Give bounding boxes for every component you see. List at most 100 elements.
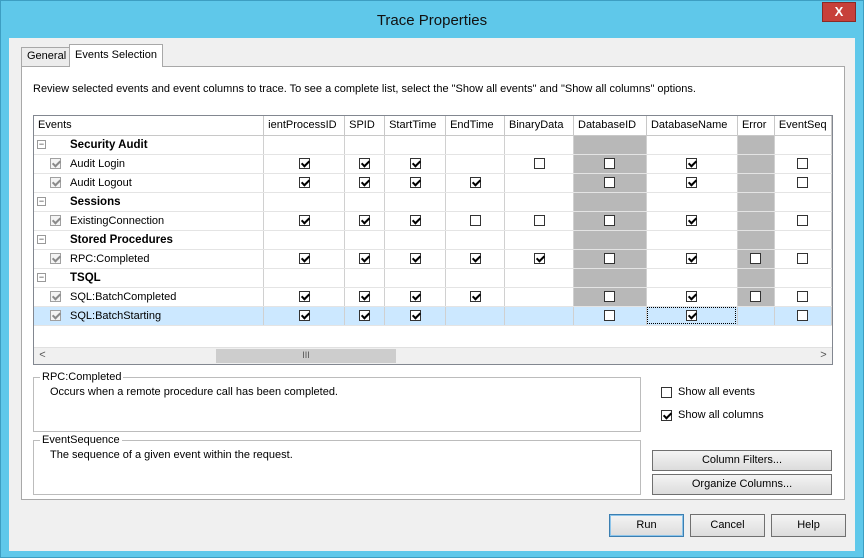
event-column-checkbox[interactable]	[604, 158, 616, 170]
event-column-checkbox[interactable]	[298, 253, 310, 265]
scroll-right-arrow-icon[interactable]: >	[815, 348, 832, 364]
scroll-left-arrow-icon[interactable]: <	[34, 348, 51, 364]
group-row[interactable]: − TSQL	[34, 268, 832, 288]
event-column-checkbox[interactable]	[298, 310, 310, 322]
event-column-checkbox[interactable]	[298, 215, 310, 227]
event-column-checkbox[interactable]	[359, 310, 371, 322]
event-column-checkbox[interactable]	[469, 253, 481, 265]
event-column-checkbox[interactable]	[686, 310, 698, 322]
event-column-checkbox[interactable]	[469, 215, 481, 227]
event-column-checkbox[interactable]	[533, 253, 545, 265]
group-row[interactable]: − Security Audit	[34, 135, 832, 155]
event-column-cell[interactable]	[774, 287, 832, 307]
column-header[interactable]: ientProcessID	[263, 116, 346, 136]
event-column-checkbox[interactable]	[359, 177, 371, 189]
event-column-checkbox[interactable]	[604, 215, 616, 227]
event-column-cell[interactable]	[646, 249, 738, 269]
show-all-events-checkbox[interactable]	[661, 386, 672, 398]
event-column-checkbox[interactable]	[298, 177, 310, 189]
event-column-cell[interactable]	[384, 211, 447, 231]
event-column-cell[interactable]	[504, 287, 574, 307]
event-column-cell[interactable]	[774, 173, 832, 193]
event-column-cell[interactable]	[344, 306, 386, 326]
column-header[interactable]: StartTime	[384, 116, 447, 136]
event-column-cell[interactable]	[646, 287, 738, 307]
event-column-cell[interactable]	[263, 249, 346, 269]
column-header[interactable]: SPID	[344, 116, 386, 136]
event-column-cell[interactable]	[573, 211, 647, 231]
event-column-checkbox[interactable]	[469, 291, 481, 303]
event-column-cell[interactable]	[445, 173, 506, 193]
event-column-checkbox[interactable]	[298, 291, 310, 303]
event-column-cell[interactable]	[263, 306, 346, 326]
event-column-cell[interactable]	[573, 249, 647, 269]
column-header[interactable]: Events	[34, 116, 265, 136]
event-column-checkbox[interactable]	[409, 291, 421, 303]
event-row[interactable]: Audit Logout	[34, 173, 832, 193]
horizontal-scrollbar[interactable]: < III >	[34, 347, 832, 364]
event-column-cell[interactable]	[737, 287, 775, 307]
event-column-cell[interactable]	[384, 287, 447, 307]
event-column-cell[interactable]	[445, 211, 506, 231]
column-header[interactable]: EndTime	[445, 116, 506, 136]
event-column-checkbox[interactable]	[604, 291, 616, 303]
event-column-checkbox[interactable]	[359, 291, 371, 303]
column-header[interactable]: Error	[737, 116, 775, 136]
event-column-cell[interactable]	[344, 154, 386, 174]
event-column-cell[interactable]	[384, 173, 447, 193]
close-button[interactable]: X	[822, 2, 856, 22]
column-filters-button[interactable]: Column Filters...	[652, 450, 832, 471]
event-row[interactable]: Audit Login	[34, 154, 832, 174]
column-header[interactable]: DatabaseName	[646, 116, 738, 136]
event-column-cell[interactable]	[504, 211, 574, 231]
event-column-cell[interactable]	[263, 287, 346, 307]
show-all-columns-checkbox[interactable]	[661, 409, 672, 421]
event-column-checkbox[interactable]	[686, 158, 698, 170]
event-column-cell[interactable]	[504, 154, 574, 174]
event-column-checkbox[interactable]	[686, 253, 698, 265]
event-column-cell[interactable]	[384, 249, 447, 269]
event-column-cell[interactable]	[774, 211, 832, 231]
event-column-cell[interactable]	[646, 173, 738, 193]
event-column-checkbox[interactable]	[409, 310, 421, 322]
event-column-checkbox[interactable]	[797, 177, 809, 189]
event-column-cell[interactable]	[344, 249, 386, 269]
event-column-cell[interactable]	[384, 154, 447, 174]
event-column-checkbox[interactable]	[750, 291, 762, 303]
event-column-checkbox[interactable]	[409, 158, 421, 170]
group-row[interactable]: − Sessions	[34, 192, 832, 212]
event-column-cell[interactable]	[504, 249, 574, 269]
event-column-cell[interactable]	[646, 306, 738, 326]
event-column-checkbox[interactable]	[409, 215, 421, 227]
column-header[interactable]: DatabaseID	[573, 116, 647, 136]
group-row[interactable]: − Stored Procedures	[34, 230, 832, 250]
event-column-checkbox[interactable]	[359, 158, 371, 170]
event-column-checkbox[interactable]	[533, 158, 545, 170]
event-column-cell[interactable]	[445, 287, 506, 307]
event-column-cell[interactable]	[774, 306, 832, 326]
event-column-cell[interactable]	[737, 211, 775, 231]
column-header[interactable]: EventSeq	[774, 116, 832, 136]
event-column-checkbox[interactable]	[359, 253, 371, 265]
event-column-checkbox[interactable]	[469, 177, 481, 189]
event-column-checkbox[interactable]	[604, 177, 616, 189]
event-column-checkbox[interactable]	[359, 215, 371, 227]
event-column-checkbox[interactable]	[750, 253, 762, 265]
event-column-cell[interactable]	[646, 154, 738, 174]
event-column-cell[interactable]	[573, 154, 647, 174]
event-column-checkbox[interactable]	[686, 291, 698, 303]
tab-general[interactable]: General	[21, 47, 73, 66]
event-column-cell[interactable]	[263, 173, 346, 193]
event-column-cell[interactable]	[774, 154, 832, 174]
event-column-cell[interactable]	[344, 211, 386, 231]
event-column-checkbox[interactable]	[686, 215, 698, 227]
collapse-icon[interactable]: −	[37, 139, 46, 149]
event-column-cell[interactable]	[344, 173, 386, 193]
event-column-checkbox[interactable]	[797, 291, 809, 303]
scroll-thumb[interactable]: III	[216, 349, 396, 363]
event-column-cell[interactable]	[737, 173, 775, 193]
collapse-icon[interactable]: −	[37, 272, 46, 282]
event-column-cell[interactable]	[774, 249, 832, 269]
event-column-checkbox[interactable]	[409, 253, 421, 265]
event-column-cell[interactable]	[646, 211, 738, 231]
